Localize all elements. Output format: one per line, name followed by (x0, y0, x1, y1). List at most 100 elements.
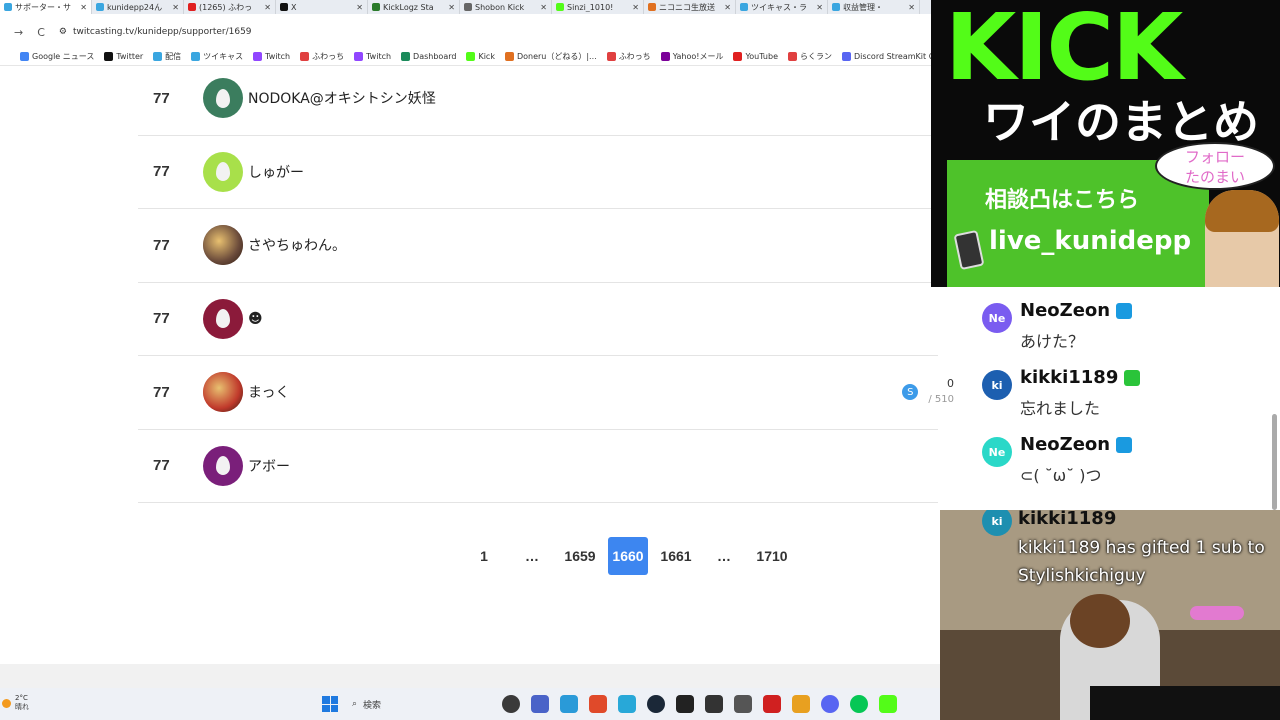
browser-tab[interactable]: サポーター・サ ✕ (0, 0, 92, 14)
bookmark-item[interactable]: ツイキャス (191, 51, 243, 62)
bookmark-item[interactable]: Twitch (354, 52, 391, 61)
tab-label: KickLogz Sta (383, 2, 434, 12)
close-icon[interactable]: ✕ (356, 3, 363, 12)
taskbar-app-icon[interactable] (734, 695, 752, 713)
bookmark-item[interactable]: らくラン (787, 51, 832, 62)
bookmark-item[interactable]: Doneru（どねる）|... (504, 51, 597, 62)
close-icon[interactable]: ✕ (724, 3, 731, 12)
bookmark-icon (841, 52, 851, 61)
bookmark-icon (606, 52, 616, 61)
site-info-icon[interactable]: ⚙ (59, 27, 67, 37)
avatar[interactable] (203, 78, 243, 119)
avatar[interactable] (203, 298, 243, 339)
taskbar-app-icon[interactable] (531, 695, 549, 713)
taskbar-app-icon[interactable] (560, 695, 578, 713)
bookmark-icon (253, 52, 263, 61)
streamer-avatar (1205, 190, 1279, 287)
page-link[interactable]: 1710 (752, 537, 792, 575)
browser-tab[interactable]: (1265) ふわっ ✕ (184, 0, 276, 14)
avatar[interactable] (203, 445, 243, 486)
tab-label: ニコニコ生放送 (659, 2, 715, 12)
supporter-name[interactable]: ☻ (248, 311, 263, 327)
browser-tab[interactable]: kunidepp24ん ✕ (92, 0, 184, 14)
browser-tab[interactable]: ニコニコ生放送 ✕ (644, 0, 736, 14)
tab-favicon-icon (648, 3, 656, 11)
supporter-rank: 77 (153, 457, 170, 475)
browser-tab[interactable]: ツイキャス・ラ ✕ (736, 0, 828, 14)
sub-badge-icon (1116, 302, 1133, 319)
bookmark-item[interactable]: YouTube (733, 52, 778, 61)
supporter-name[interactable]: まっく (248, 382, 289, 402)
taskbar-app-icon[interactable] (502, 695, 520, 713)
close-icon[interactable]: ✕ (540, 3, 547, 12)
avatar[interactable] (203, 151, 243, 192)
close-icon[interactable]: ✕ (632, 3, 639, 12)
page-link[interactable]: 1661 (656, 537, 696, 575)
browser-tab[interactable]: KickLogz Sta ✕ (368, 0, 460, 14)
tab-favicon-icon (372, 3, 380, 11)
forward-icon[interactable]: → (14, 26, 23, 39)
kick-logo: KICK (945, 0, 1183, 101)
tab-favicon-icon (556, 3, 564, 11)
taskbar-app-icon[interactable] (763, 695, 781, 713)
avatar[interactable] (203, 225, 243, 266)
supporter-name[interactable]: さやちゅわん。 (248, 235, 346, 255)
page-current[interactable]: 1660 (608, 537, 648, 575)
taskbar-app-icon[interactable] (618, 695, 636, 713)
bookmark-icon (300, 52, 310, 61)
taskbar-search[interactable]: ⌕ 検索 (352, 695, 492, 713)
bookmark-item[interactable]: Kick (466, 52, 495, 61)
tab-favicon-icon (280, 3, 288, 11)
close-icon[interactable]: ✕ (816, 3, 823, 12)
close-icon[interactable]: ✕ (172, 3, 179, 12)
points-value: 0 (947, 377, 954, 391)
bookmark-item[interactable]: Dashboard (401, 52, 456, 61)
bookmark-label: Doneru（どねる）|... (516, 52, 597, 61)
supporter-name[interactable]: アボー (248, 456, 290, 476)
chat-avatar: Ne (982, 303, 1012, 333)
bookmark-item[interactable]: 配信 (153, 51, 181, 62)
reload-icon[interactable]: C (37, 26, 45, 39)
avatar[interactable] (203, 372, 243, 413)
bookmark-item[interactable]: Yahoo!メール (660, 51, 723, 62)
weather-widget[interactable]: 2°C 晴れ (2, 694, 29, 712)
browser-tab[interactable]: X ✕ (276, 0, 368, 14)
supporter-name[interactable]: しゅがー (248, 162, 304, 182)
windows-start-icon[interactable] (322, 696, 338, 712)
bookmark-icon (104, 52, 114, 61)
url-field[interactable]: ⚙ twitcasting.tv/kunidepp/supporter/1659 (59, 27, 252, 37)
bookmark-label: ふわっち (618, 52, 651, 61)
page-scrollbar[interactable] (1272, 414, 1277, 510)
page-link[interactable]: 1 (464, 537, 504, 575)
bookmark-item[interactable]: Twitter (104, 52, 143, 61)
supporter-row: 77 ☻ (138, 283, 938, 356)
taskbar-app-icon[interactable] (792, 695, 810, 713)
supporter-name[interactable]: NODOKA@オキシトシン妖怪 (248, 88, 436, 108)
taskbar-app-icon[interactable] (879, 695, 897, 713)
taskbar-app-icon[interactable] (821, 695, 839, 713)
taskbar-app-icon[interactable] (705, 695, 723, 713)
close-icon[interactable]: ✕ (264, 3, 271, 12)
tab-favicon-icon (188, 3, 196, 11)
bookmark-item[interactable]: ふわっち (300, 51, 344, 62)
bookmark-item[interactable]: Twitch (253, 52, 290, 61)
taskbar-app-icon[interactable] (850, 695, 868, 713)
bookmark-item[interactable]: Google ニュース (20, 51, 94, 62)
bookmark-item[interactable]: Discord StreamKit O... (841, 52, 940, 61)
taskbar-app-icon[interactable] (647, 695, 665, 713)
close-icon[interactable]: ✕ (448, 3, 455, 12)
bookmark-icon (401, 52, 411, 61)
chat-username: NeoZeon (1020, 300, 1133, 321)
page-link[interactable]: 1659 (560, 537, 600, 575)
taskbar-app-icon[interactable] (589, 695, 607, 713)
close-icon[interactable]: ✕ (908, 3, 915, 12)
windows-taskbar: 2°C 晴れ ⌕ 検索 (0, 688, 940, 720)
browser-tab[interactable]: Sinzi_1010! ✕ (552, 0, 644, 14)
search-placeholder: 検索 (363, 700, 382, 711)
browser-tab[interactable]: Shobon Kick ✕ (460, 0, 552, 14)
pagination: 1 … 1659 1660 1661 … 1710 (460, 537, 796, 575)
close-icon[interactable]: ✕ (80, 3, 87, 12)
bookmark-item[interactable]: ふわっち (606, 51, 651, 62)
browser-tab[interactable]: 収益管理・ ✕ (828, 0, 920, 14)
taskbar-app-icon[interactable] (676, 695, 694, 713)
